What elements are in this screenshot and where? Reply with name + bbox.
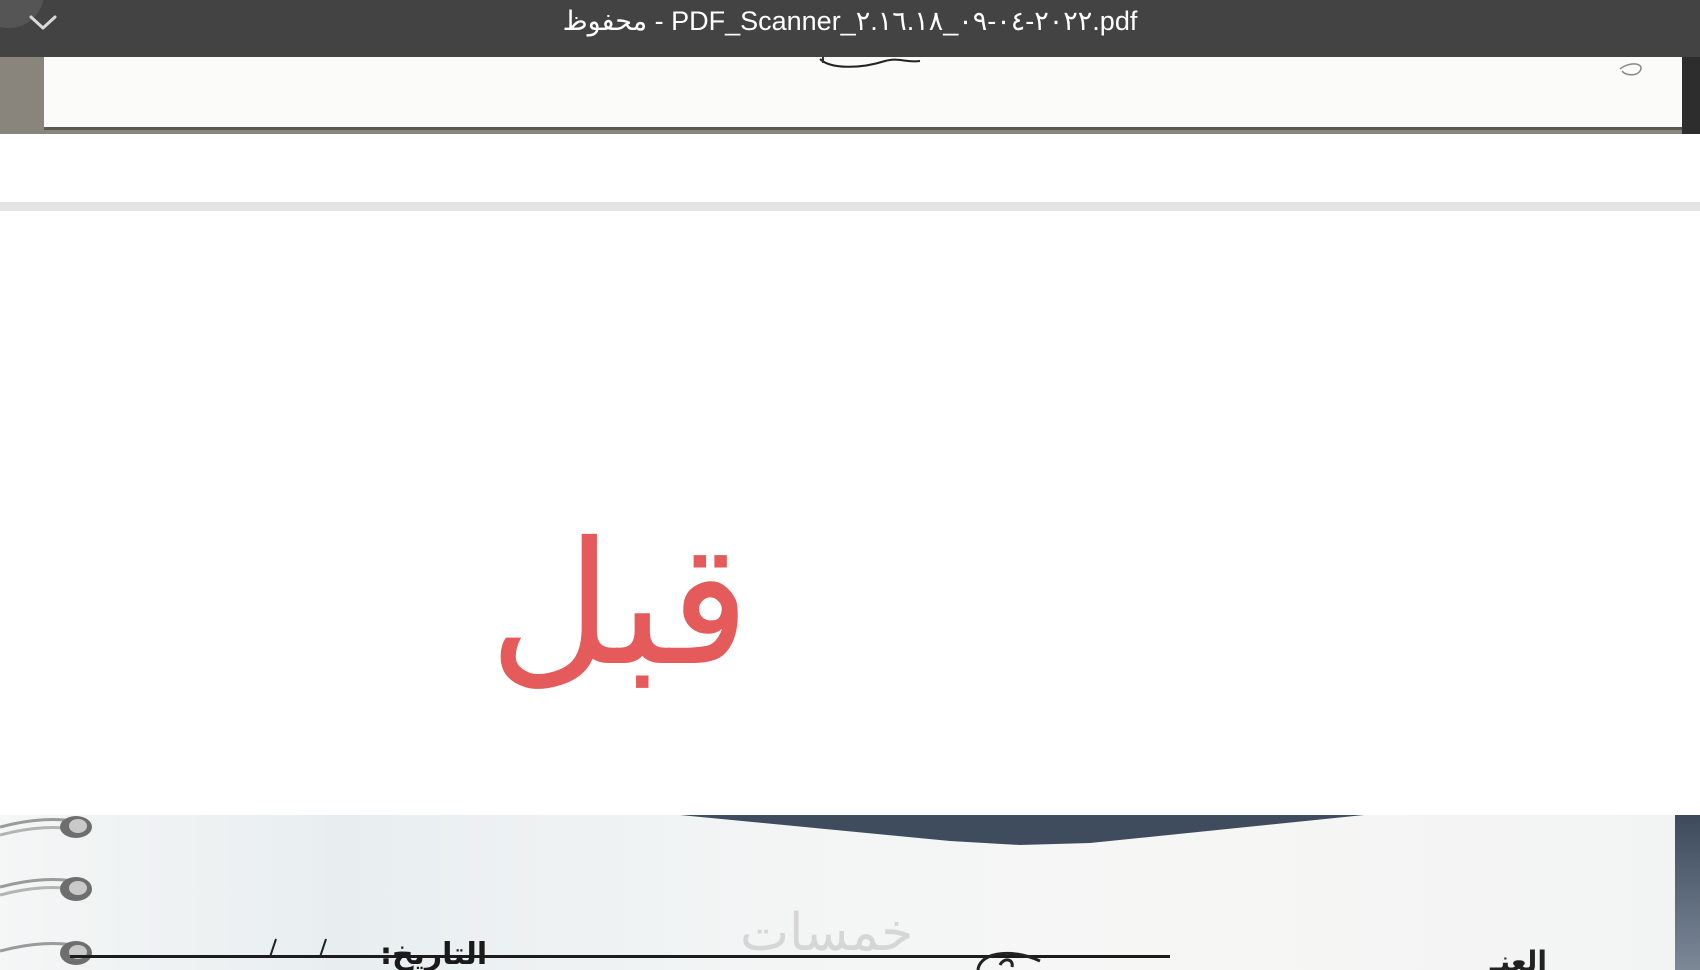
circle-mark [976, 951, 1041, 970]
spiral-binding [0, 941, 92, 965]
spiral-binding [0, 816, 92, 838]
pdf-viewer: محفوظ - PDF_Scanner_٢٠٢٢-٠٤-٠٩_٢.١٦.١٨.p… [0, 0, 1700, 970]
page-separator [0, 202, 1700, 211]
document-title: محفوظ - PDF_Scanner_٢٠٢٢-٠٤-٠٩_٢.١٦.١٨.p… [562, 6, 1138, 36]
date-label: التاريخ: [380, 937, 488, 970]
scanned-document-image: التاريخ: خمسات العنـ [0, 815, 1700, 970]
before-label: قبل [488, 506, 750, 704]
date-slashes [269, 938, 327, 958]
watermark: خمسات [740, 903, 914, 963]
scan-top-shadow [680, 815, 1364, 845]
spiral-binding [0, 877, 92, 901]
scan-right-edge [1675, 815, 1700, 970]
previous-page-bottom [0, 57, 1700, 134]
handwriting-scribble [819, 57, 1642, 76]
title-bar: محفوظ - PDF_Scanner_٢٠٢٢-٠٤-٠٩_٢.١٦.١٨.p… [0, 0, 1700, 57]
partial-heading: العنـ [1490, 945, 1547, 970]
